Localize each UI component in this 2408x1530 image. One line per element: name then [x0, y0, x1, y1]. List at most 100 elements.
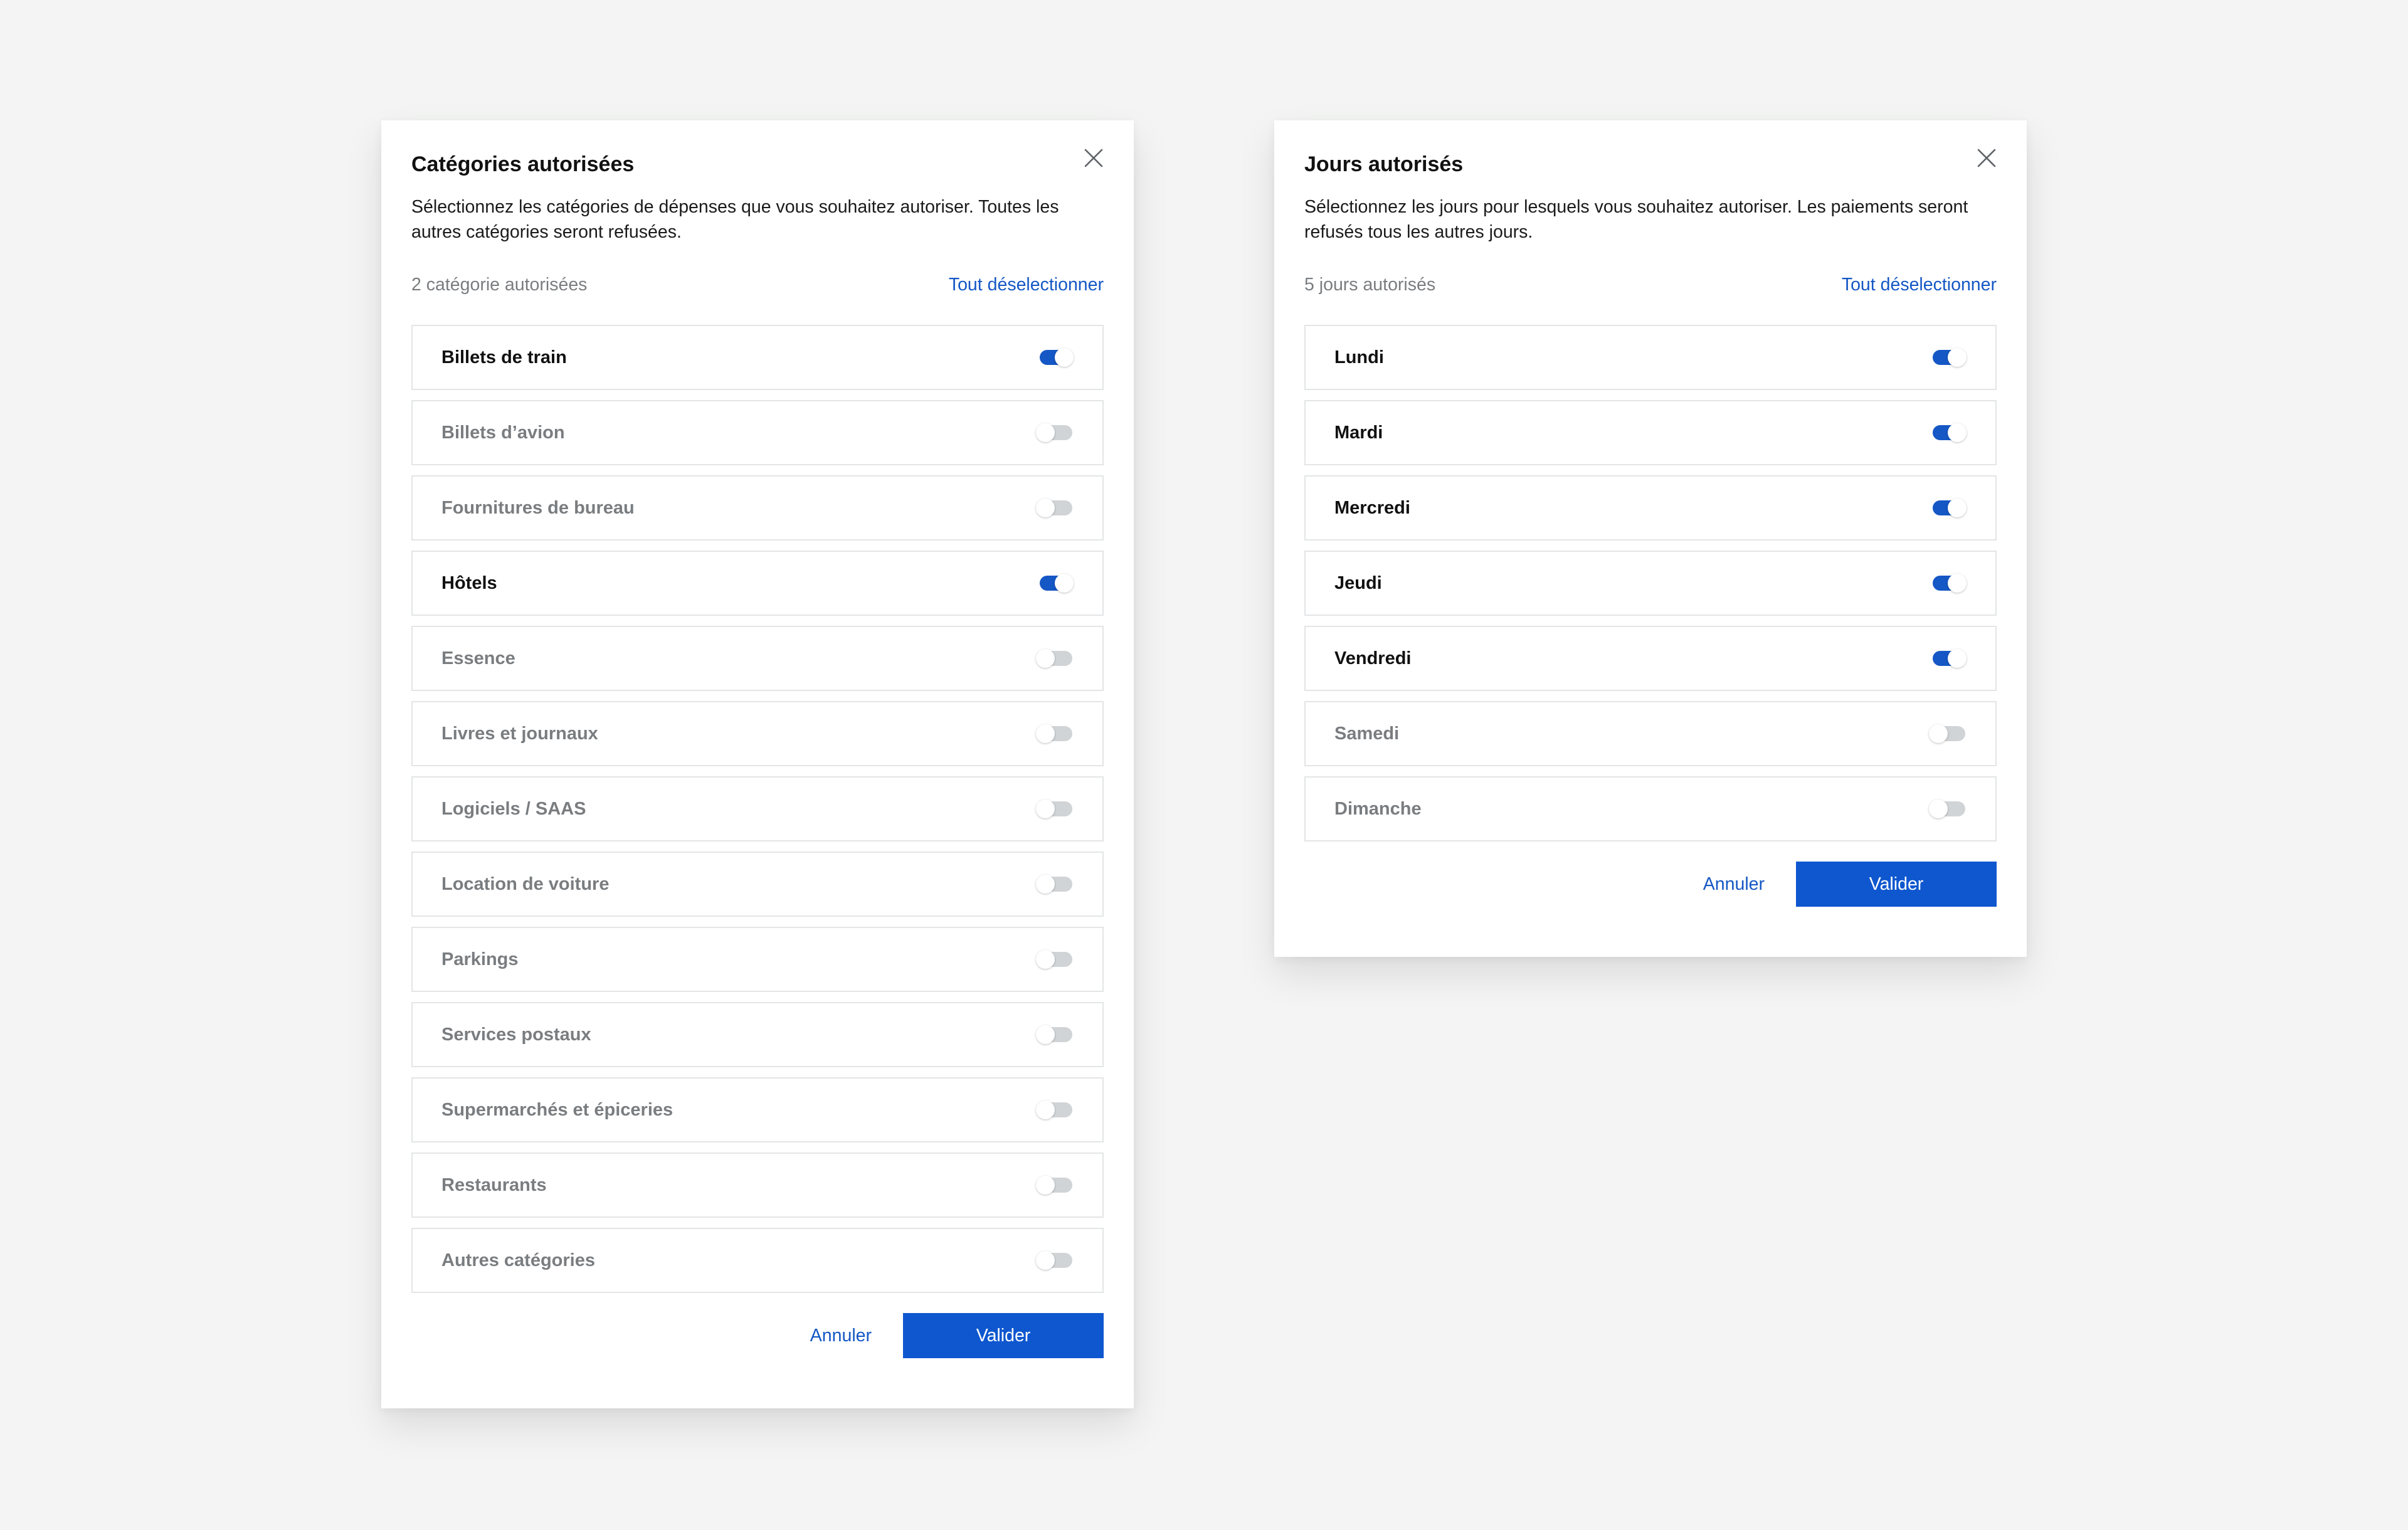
close-icon: [1084, 149, 1103, 167]
toggle-knob: [1036, 1025, 1055, 1044]
toggle-knob: [1948, 348, 1967, 367]
selected-count: 2 catégorie autorisées: [411, 274, 588, 295]
item-label: Mercredi: [1334, 497, 1410, 518]
toggle-knob: [1036, 1176, 1055, 1195]
item-label: Autres catégories: [441, 1250, 595, 1270]
close-button[interactable]: [1075, 139, 1112, 177]
confirm-button[interactable]: Valider: [903, 1313, 1104, 1358]
toggle-switch[interactable]: [1036, 574, 1074, 593]
toggle-knob: [1036, 1251, 1055, 1270]
modal-title: Catégories autorisées: [411, 152, 635, 176]
list-item[interactable]: Samedi: [1304, 701, 1997, 766]
toggle-switch[interactable]: [1036, 649, 1074, 668]
toggle-switch[interactable]: [1929, 649, 1967, 668]
item-label: Lundi: [1334, 347, 1384, 367]
list-item[interactable]: Billets d’avion: [411, 400, 1104, 465]
list-item[interactable]: Mardi: [1304, 400, 1997, 465]
toggle-knob: [1948, 499, 1967, 517]
days-modal: Jours autorisés Sélectionnez les jours p…: [1274, 120, 2027, 957]
toggle-switch[interactable]: [1036, 799, 1074, 818]
toggle-switch[interactable]: [1036, 423, 1074, 442]
item-label: Billets de train: [441, 347, 567, 367]
toggle-knob: [1929, 799, 1948, 818]
item-label: Fournitures de bureau: [441, 497, 635, 518]
item-label: Mardi: [1334, 422, 1383, 443]
modal-footer: Annuler Valider: [1304, 862, 1997, 907]
list-item[interactable]: Restaurants: [411, 1153, 1104, 1218]
toggle-switch[interactable]: [1929, 499, 1967, 517]
toggle-knob: [1055, 574, 1074, 593]
modal-footer: Annuler Valider: [411, 1313, 1104, 1358]
confirm-button[interactable]: Valider: [1796, 862, 1997, 907]
list-item[interactable]: Essence: [411, 626, 1104, 691]
list-item[interactable]: Parkings: [411, 927, 1104, 992]
list-item[interactable]: Dimanche: [1304, 776, 1997, 842]
toggle-switch[interactable]: [1929, 348, 1967, 367]
item-label: Services postaux: [441, 1024, 591, 1045]
modal-description: Sélectionnez les jours pour lesquels vou…: [1304, 197, 1968, 242]
selected-count: 5 jours autorisés: [1304, 274, 1436, 295]
toggle-switch[interactable]: [1036, 1100, 1074, 1119]
item-label: Supermarchés et épiceries: [441, 1099, 673, 1120]
item-label: Restaurants: [441, 1174, 547, 1195]
item-label: Parkings: [441, 949, 519, 969]
toggle-knob: [1948, 574, 1967, 593]
list-item[interactable]: Hôtels: [411, 551, 1104, 616]
modal-description: Sélectionnez les catégories de dépenses …: [411, 197, 1059, 242]
modal-title: Jours autorisés: [1304, 152, 1464, 176]
toggle-switch[interactable]: [1036, 1025, 1074, 1044]
toggle-switch[interactable]: [1929, 423, 1967, 442]
list-item[interactable]: Lundi: [1304, 325, 1997, 390]
toggle-knob: [1948, 423, 1967, 442]
item-label: Samedi: [1334, 723, 1400, 744]
cancel-button[interactable]: Annuler: [1703, 874, 1765, 895]
item-label: Billets d’avion: [441, 422, 565, 443]
toggle-switch[interactable]: [1036, 724, 1074, 743]
toggle-knob: [1948, 649, 1967, 668]
toggle-knob: [1055, 348, 1074, 367]
deselect-all-button[interactable]: Tout déselectionner: [949, 275, 1104, 295]
toggle-switch[interactable]: [1036, 875, 1074, 894]
list-item[interactable]: Jeudi: [1304, 551, 1997, 616]
item-label: Jeudi: [1334, 572, 1382, 593]
list-item[interactable]: Billets de train: [411, 325, 1104, 390]
toggle-switch[interactable]: [1036, 348, 1074, 367]
item-label: Hôtels: [441, 572, 497, 593]
close-button[interactable]: [1968, 139, 2005, 177]
list-item[interactable]: Logiciels / SAAS: [411, 776, 1104, 842]
toggle-knob: [1036, 423, 1055, 442]
toggle-switch[interactable]: [1929, 574, 1967, 593]
item-label: Location de voiture: [441, 873, 610, 894]
item-label: Livres et journaux: [441, 723, 598, 744]
list-item[interactable]: Fournitures de bureau: [411, 475, 1104, 541]
item-label: Vendredi: [1334, 648, 1412, 668]
toggle-switch[interactable]: [1036, 499, 1074, 517]
list-item[interactable]: Services postaux: [411, 1002, 1104, 1067]
list-item[interactable]: Mercredi: [1304, 475, 1997, 541]
toggle-switch[interactable]: [1929, 799, 1967, 818]
toggle-knob: [1036, 875, 1055, 894]
toggle-knob: [1929, 724, 1948, 743]
list-item[interactable]: Location de voiture: [411, 852, 1104, 917]
deselect-all-button[interactable]: Tout déselectionner: [1842, 275, 1997, 295]
toggle-knob: [1036, 724, 1055, 743]
cancel-button[interactable]: Annuler: [810, 1326, 872, 1346]
toggle-knob: [1036, 799, 1055, 818]
list-item[interactable]: Vendredi: [1304, 626, 1997, 691]
toggle-switch[interactable]: [1036, 1251, 1074, 1270]
close-icon: [1977, 149, 1996, 167]
toggle-switch[interactable]: [1036, 950, 1074, 969]
toggle-knob: [1036, 499, 1055, 517]
list-item[interactable]: Livres et journaux: [411, 701, 1104, 766]
toggle-knob: [1036, 950, 1055, 969]
list-item[interactable]: Autres catégories: [411, 1228, 1104, 1293]
item-label: Logiciels / SAAS: [441, 798, 586, 819]
toggle-switch[interactable]: [1036, 1176, 1074, 1195]
summary-row: 2 catégorie autorisées Tout déselectionn…: [411, 272, 1104, 297]
toggle-knob: [1036, 1100, 1055, 1119]
item-label: Dimanche: [1334, 798, 1422, 819]
list-item[interactable]: Supermarchés et épiceries: [411, 1077, 1104, 1142]
categories-modal: Catégories autorisées Sélectionnez les c…: [381, 120, 1134, 1408]
toggle-switch[interactable]: [1929, 724, 1967, 743]
item-label: Essence: [441, 648, 515, 668]
